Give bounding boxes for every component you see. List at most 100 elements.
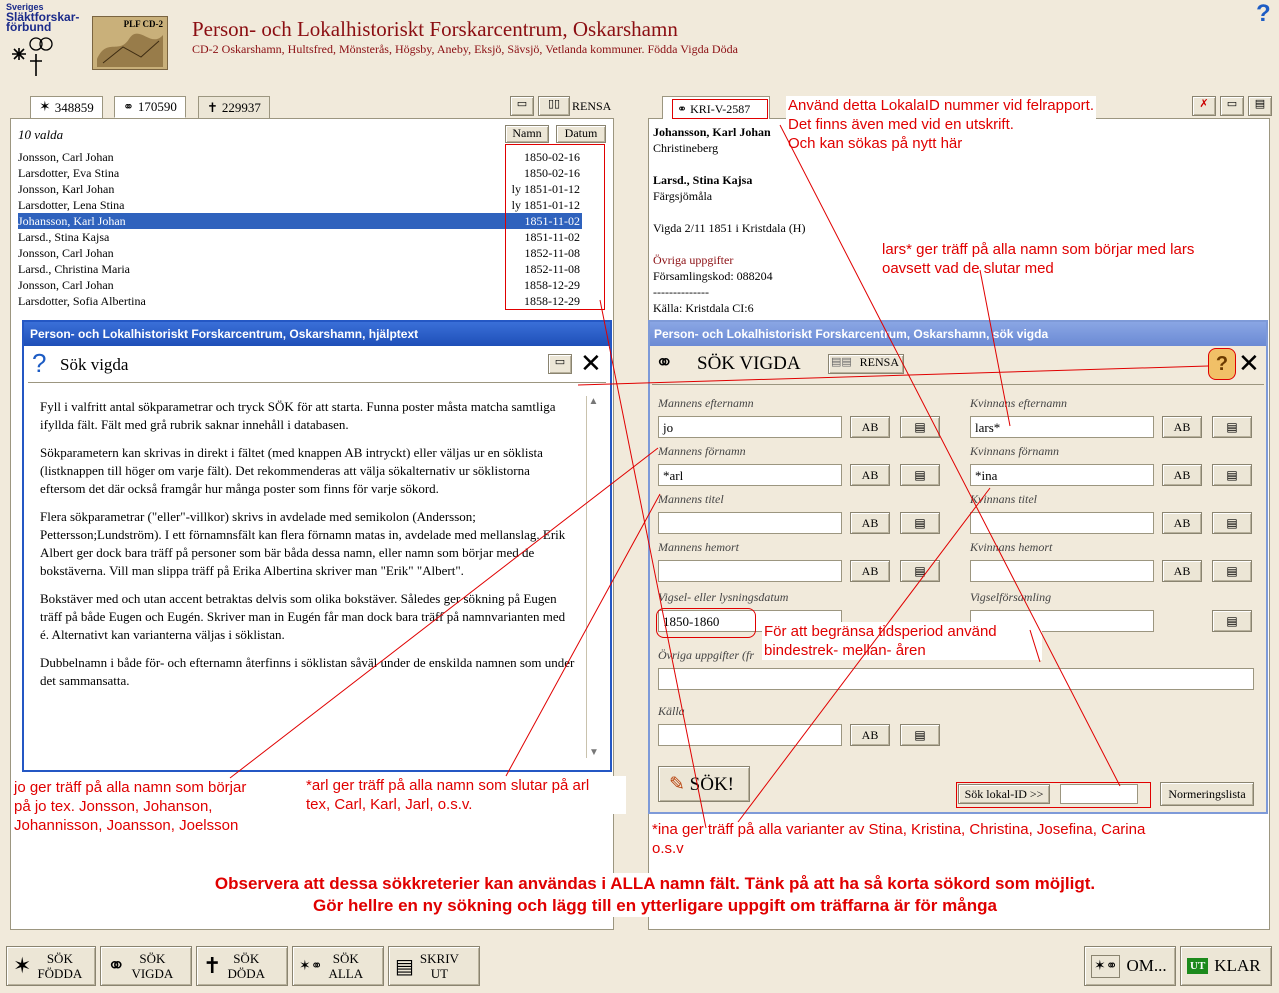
save-list-button[interactable]: ▭ bbox=[510, 96, 534, 116]
date-highlight bbox=[656, 608, 756, 638]
help-scrollbar[interactable]: ▲ ▼ bbox=[586, 396, 600, 758]
scroll-down-icon[interactable]: ▼ bbox=[587, 747, 601, 758]
help-print-button[interactable]: ▭ bbox=[548, 354, 572, 374]
search-married-button[interactable]: ⚭ SÖK VIGDA bbox=[100, 946, 192, 986]
help-close-button[interactable]: ✕ bbox=[580, 348, 602, 379]
search-titlebar[interactable]: Person- och Lokalhistoriskt Forskarcentr… bbox=[650, 322, 1266, 346]
ab-toggle-button[interactable]: AB bbox=[1162, 512, 1202, 534]
woman-home-input[interactable] bbox=[970, 560, 1154, 582]
tab-married-label: 170590 bbox=[137, 99, 177, 114]
ab-toggle-button[interactable]: AB bbox=[850, 416, 890, 438]
search-born-text: SÖK FÖDDA bbox=[37, 951, 82, 981]
search-help-button[interactable]: ? bbox=[1208, 348, 1236, 380]
list-item[interactable]: Larsdotter, Sofia Albertina 1858-12-29 bbox=[18, 293, 582, 309]
detail-print-button[interactable]: ▤ bbox=[1248, 96, 1272, 116]
rings-icon: ⚭ bbox=[123, 99, 134, 114]
tab-dead[interactable]: ✝ 229937 bbox=[198, 96, 270, 118]
tab-born[interactable]: ✶ 348859 bbox=[30, 96, 103, 118]
list-item[interactable]: Larsdotter, Eva Stina 1850-02-16 bbox=[18, 165, 582, 181]
about-button[interactable]: ✶⚭ OM... bbox=[1084, 946, 1176, 986]
ab-toggle-button[interactable]: AB bbox=[1162, 560, 1202, 582]
exit-icon: UT bbox=[1187, 958, 1209, 974]
search-clear-label: RENSA bbox=[859, 355, 899, 369]
local-id-search-input[interactable] bbox=[1060, 784, 1138, 804]
list-icon[interactable]: ▤ bbox=[900, 512, 940, 534]
help-titlebar[interactable]: Person- och Lokalhistoriskt Forskarcentr… bbox=[24, 322, 610, 346]
search-born-label-2: FÖDDA bbox=[37, 966, 83, 981]
local-id: KRI-V-2587 bbox=[690, 102, 751, 116]
other-input[interactable] bbox=[658, 668, 1254, 690]
woman-lastname-input[interactable]: lars* bbox=[970, 416, 1154, 438]
list-icon[interactable]: ▤ bbox=[900, 464, 940, 486]
local-id-search-button[interactable]: Sök lokal-ID >> bbox=[958, 784, 1050, 804]
annotation-arl-1: *arl ger träff på alla namn som slutar p… bbox=[306, 777, 590, 794]
list-icon[interactable]: ▤ bbox=[900, 416, 940, 438]
search-button[interactable]: ✎ SÖK! bbox=[658, 766, 750, 802]
local-id-box[interactable]: ⚭ KRI-V-2587 bbox=[672, 99, 768, 119]
logo-symbols-icon bbox=[12, 37, 53, 76]
list-icon[interactable]: ▤ bbox=[1212, 610, 1252, 632]
list-icon[interactable]: ▤ bbox=[900, 724, 940, 746]
search-married-text: SÖK VIGDA bbox=[131, 951, 173, 981]
ab-toggle-button[interactable]: AB bbox=[850, 464, 890, 486]
list-item[interactable]: Johansson, Karl Johan 1851-11-02 bbox=[18, 213, 582, 229]
ab-toggle-button[interactable]: AB bbox=[1162, 464, 1202, 486]
done-button[interactable]: UT KLAR bbox=[1180, 946, 1272, 986]
list-item-name: Larsd., Christina Maria bbox=[18, 262, 130, 276]
search-close-button[interactable]: ✕ bbox=[1238, 348, 1260, 379]
help-button[interactable]: ? bbox=[1256, 0, 1271, 28]
man-firstname-input[interactable]: *arl bbox=[658, 464, 842, 486]
source-input[interactable] bbox=[658, 724, 842, 746]
annotation-local-id: Använd detta LokalaID nummer vid felrapp… bbox=[786, 96, 1096, 153]
remove-button[interactable]: ✗ bbox=[1192, 96, 1216, 116]
scroll-up-icon[interactable]: ▲ bbox=[587, 396, 600, 407]
map-icon bbox=[97, 33, 163, 67]
list-icon[interactable]: ▤ bbox=[1212, 560, 1252, 582]
list-icon[interactable]: ▤ bbox=[1212, 416, 1252, 438]
man-home-input[interactable] bbox=[658, 560, 842, 582]
left-clear-button[interactable]: RENSA bbox=[572, 99, 611, 114]
list-item[interactable]: Jonsson, Carl Johan 1858-12-29 bbox=[18, 277, 582, 293]
woman-firstname-input[interactable]: *ina bbox=[970, 464, 1154, 486]
list-item[interactable]: Larsd., Christina Maria 1852-11-08 bbox=[18, 261, 582, 277]
search-all-button[interactable]: ✶⚭ SÖK ALLA bbox=[292, 946, 384, 986]
normalize-button[interactable]: Normeringslista bbox=[1160, 782, 1254, 806]
detail-wedding: Vigda 2/11 1851 i Kristdala (H) bbox=[653, 221, 806, 235]
detail-other-heading: Övriga uppgifter bbox=[653, 253, 734, 267]
list-item[interactable]: Jonsson, Karl Johan ly 1851-01-12 bbox=[18, 181, 582, 197]
woman-lastname-label: Kvinnans efternamn bbox=[970, 396, 1067, 410]
ab-toggle-button[interactable]: AB bbox=[850, 512, 890, 534]
sort-name-button[interactable]: Namn bbox=[505, 125, 549, 143]
search-dead-label-2: DÖDA bbox=[227, 966, 265, 981]
detail-save-button[interactable]: ▭ bbox=[1220, 96, 1244, 116]
help-paragraph-1: Fyll i valfritt antal sökparametrar och … bbox=[40, 399, 556, 432]
sort-date-button[interactable]: Datum bbox=[556, 125, 606, 143]
list-icon[interactable]: ▤ bbox=[900, 560, 940, 582]
list-icon[interactable]: ▤ bbox=[1212, 512, 1252, 534]
search-born-button[interactable]: ✶ SÖK FÖDDA bbox=[6, 946, 96, 986]
app-subtitle: CD-2 Oskarshamn, Hultsfred, Mönsterås, H… bbox=[192, 42, 738, 56]
list-icon[interactable]: ▤ bbox=[1212, 464, 1252, 486]
search-dead-button[interactable]: ✝ SÖK DÖDA bbox=[196, 946, 288, 986]
list-item[interactable]: Larsdotter, Lena Stina ly 1851-01-12 bbox=[18, 197, 582, 213]
cd-cover: PLF CD-2 bbox=[92, 16, 168, 70]
tab-married[interactable]: ⚭ 170590 bbox=[114, 96, 186, 118]
list-item[interactable]: Jonsson, Carl Johan 1850-02-16 bbox=[18, 149, 582, 165]
search-all-text: SÖK ALLA bbox=[328, 951, 363, 981]
annotation-note-1: Observera att dessa sökkreterier kan anv… bbox=[214, 874, 1096, 893]
man-title-input[interactable] bbox=[658, 512, 842, 534]
pages-button[interactable]: ▯▯ bbox=[538, 96, 570, 116]
search-clear-button[interactable]: ▤▤ RENSA bbox=[828, 354, 904, 374]
ab-toggle-button[interactable]: AB bbox=[850, 560, 890, 582]
man-home-label: Mannens hemort bbox=[658, 540, 739, 554]
list-item[interactable]: Larsd., Stina Kajsa 1851-11-02 bbox=[18, 229, 582, 245]
man-lastname-input[interactable]: jo bbox=[658, 416, 842, 438]
ab-toggle-button[interactable]: AB bbox=[1162, 416, 1202, 438]
woman-title-input[interactable] bbox=[970, 512, 1154, 534]
ab-toggle-button[interactable]: AB bbox=[850, 724, 890, 746]
print-button[interactable]: ▤ SKRIV UT bbox=[388, 946, 480, 986]
list-item[interactable]: Jonsson, Carl Johan 1852-11-08 bbox=[18, 245, 582, 261]
help-text: Fyll i valfritt antal sökparametrar och … bbox=[40, 398, 576, 750]
man-lastname-label: Mannens efternamn bbox=[658, 396, 754, 410]
table-icon: ▤▤ bbox=[831, 356, 852, 368]
